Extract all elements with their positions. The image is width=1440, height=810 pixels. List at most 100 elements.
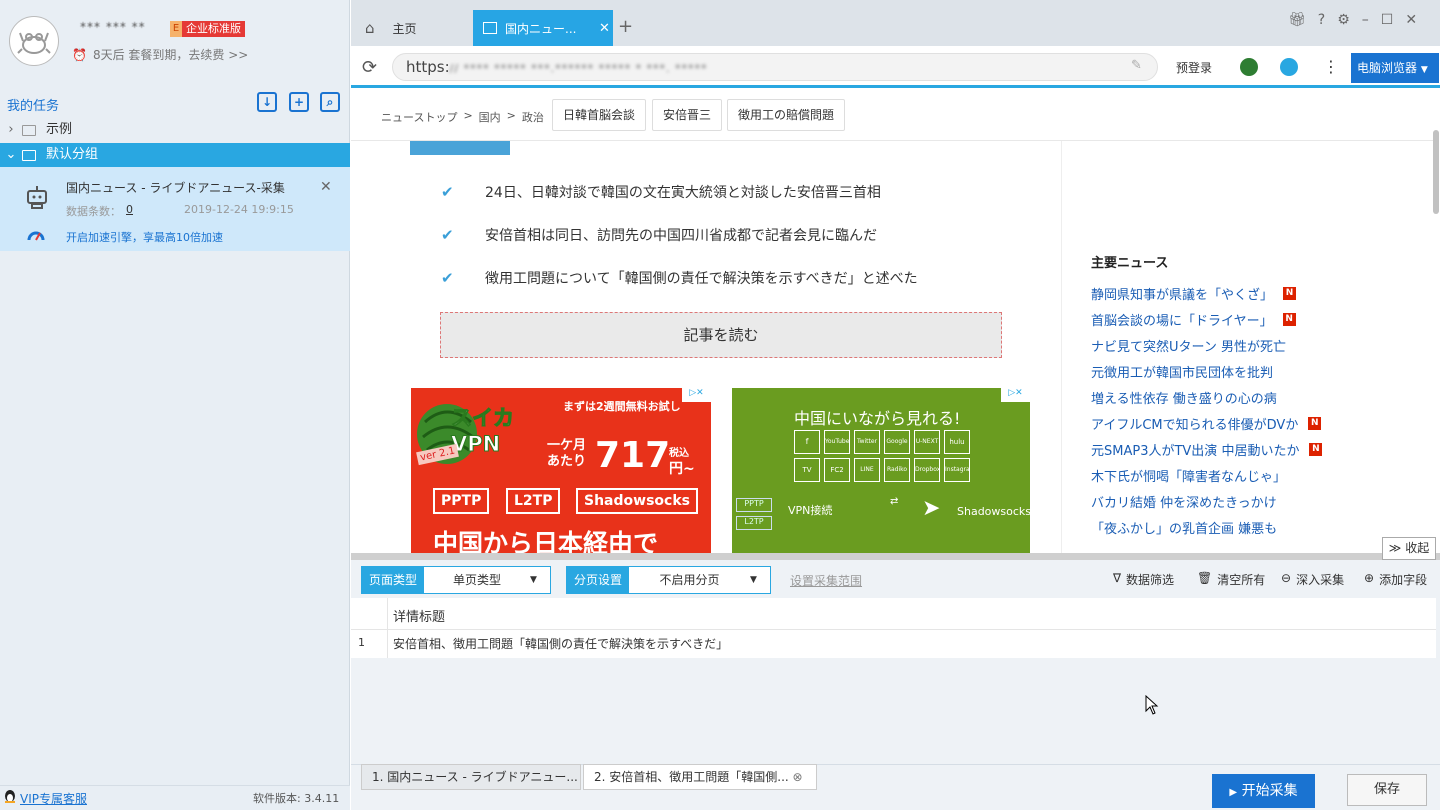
tool-label: 添加字段 (1379, 573, 1428, 587)
caret-down-icon: ▼ (750, 575, 757, 585)
page-type-select[interactable]: 页面类型 单页类型 ▼ (361, 566, 551, 594)
home-icon: ⌂ (365, 19, 375, 37)
ad-banner-china-vpn[interactable]: ▷✕ 中国にいながら見れる! f YouTube Twitter Google … (732, 388, 1030, 553)
new-tab-button[interactable]: + (618, 16, 633, 37)
import-task-icon[interactable]: ↓ (257, 92, 277, 112)
deep-extract-button[interactable]: ⊖ 深入采集 (1281, 571, 1344, 588)
check-icon: ✔ (441, 226, 454, 244)
ad1-protocol: L2TP (506, 488, 561, 514)
browser-mode-dropdown[interactable]: 电脑浏览器 ▼ (1351, 53, 1439, 83)
panel-splitter[interactable] (351, 553, 1440, 560)
plan-badge[interactable]: 企业标准版 (182, 21, 245, 37)
row-cell-title[interactable]: 安倍首相、徴用工問題「韓国側の責任で解決策を示すべきだ」 (393, 635, 728, 652)
tag-link[interactable]: 徴用工の賠償問題 (727, 99, 846, 131)
plan-expiry[interactable]: ⏰ 8天后 套餐到期，去续费 >> (72, 46, 248, 63)
task-close-icon[interactable]: ✕ (320, 179, 332, 195)
extension-green-icon[interactable] (1240, 58, 1258, 76)
tag-link[interactable]: 安倍晋三 (652, 99, 723, 131)
ad1-protocol: PPTP (433, 488, 490, 514)
news-item[interactable]: ナビ見て突然Uターン 男性が死亡 (1091, 336, 1286, 355)
news-link[interactable]: 「夜ふかし」の乳首企画 嫌悪も (1091, 518, 1277, 537)
news-link[interactable]: 静岡県知事が県議を「やくざ」 (1091, 284, 1273, 303)
news-item[interactable]: 元SMAP3人がTV出演 中居動いたか N (1091, 440, 1323, 459)
maximize-icon[interactable]: ☐ (1381, 12, 1394, 28)
add-field-button[interactable]: ⊕ 添加字段 (1364, 571, 1427, 588)
news-link[interactable]: 増える性依存 働き盛りの心の病 (1091, 388, 1277, 407)
url-input[interactable]: https:// **** ***** ***.****** ***** * *… (392, 53, 1158, 81)
read-article-button[interactable]: 記事を読む (440, 312, 1002, 358)
ad1-brand: スイカ VPN (451, 406, 515, 457)
ad-banner-suika-vpn[interactable]: ▷✕ まずは2週間無料お試し スイカ VPN ver 2.1 一ケ月 あたり 7… (411, 388, 711, 553)
group-default[interactable]: ⌄ 默认分组 (0, 143, 350, 167)
save-button[interactable]: 保存 (1347, 774, 1427, 806)
gift-icon[interactable]: 🎁︎ (1288, 12, 1306, 28)
set-range-link[interactable]: 设置采集范围 (790, 572, 862, 589)
breadcrumb: ニューストップ > 国内 > 政治 (381, 109, 544, 125)
minimize-icon[interactable]: – (1362, 12, 1369, 28)
data-count[interactable]: 0 (126, 203, 133, 216)
news-item[interactable]: バカリ結婚 仲を深めたきっかけ (1091, 492, 1277, 511)
news-link[interactable]: 木下氏が恫喝「障害者なんじゃ」 (1091, 466, 1286, 485)
alarm-clock-icon: ⏰ (72, 47, 87, 62)
news-link[interactable]: 首脳会談の場に「ドライヤー」 (1091, 310, 1273, 329)
group-label: 默认分组 (46, 147, 99, 162)
gear-icon[interactable]: ⚙ (1337, 12, 1350, 28)
news-link[interactable]: アイフルCMで知られる俳優がDVか (1091, 414, 1298, 433)
news-item[interactable]: 静岡県知事が県議を「やくざ」 N (1091, 284, 1297, 303)
page-scrollbar[interactable] (1433, 130, 1439, 214)
news-item[interactable]: 「夜ふかし」の乳首企画 嫌悪も (1091, 518, 1277, 537)
search-task-icon[interactable]: ⌕ (320, 92, 340, 112)
step-tab[interactable]: 1. 国内ニュース - ライブドアニュー... (361, 764, 581, 790)
start-collect-button[interactable]: ▶ 开始采集 (1212, 774, 1315, 808)
edit-url-icon[interactable]: ✎ (1131, 58, 1142, 73)
step-tab-label: 2. 安倍首相、徴用工問題「韓国側... (594, 770, 789, 784)
paging-select[interactable]: 分页设置 不启用分页 ▼ (566, 566, 771, 594)
news-link[interactable]: 元SMAP3人がTV出演 中居動いたか (1091, 440, 1299, 459)
row-number: 1 (358, 636, 365, 649)
pre-login-button[interactable]: 预登录 (1176, 59, 1212, 76)
service-icon: Instagram (944, 458, 970, 482)
news-item[interactable]: 元徴用工が韓国市民団体を批判 (1091, 362, 1273, 381)
vip-support-link[interactable]: VIP专属客服 (20, 790, 87, 807)
help-icon[interactable]: ? (1318, 12, 1325, 28)
ad-choices-icon[interactable]: ▷✕ (682, 388, 711, 402)
crumb-news-top[interactable]: ニューストップ (381, 109, 457, 125)
software-version: 软件版本: 3.4.11 (253, 792, 340, 805)
new-badge: N (1308, 417, 1322, 430)
speed-boost-link[interactable]: 开启加速引擎，享最高10倍加速 (66, 229, 223, 245)
close-window-icon[interactable]: ✕ (1405, 12, 1417, 28)
group-label: 示例 (46, 122, 73, 137)
column-header-title[interactable]: 详情标题 (393, 606, 445, 625)
extension-blue-icon[interactable] (1280, 58, 1298, 76)
collapse-button[interactable]: ≫ 收起 (1382, 537, 1436, 560)
user-avatar[interactable] (9, 16, 59, 66)
news-link[interactable]: 元徴用工が韓国市民団体を批判 (1091, 362, 1273, 381)
tab-home[interactable]: ⌂ 主页 (351, 10, 471, 46)
add-task-icon[interactable]: + (289, 92, 309, 112)
task-name[interactable]: 国内ニュース - ライブドアニュース-采集 (66, 179, 285, 196)
group-example[interactable]: › 示例 (0, 118, 350, 142)
tab-active-page[interactable]: 国内ニュー... ✕ (473, 10, 613, 46)
service-icon: TV (794, 458, 820, 482)
close-tab-icon[interactable]: ✕ (599, 21, 610, 36)
news-item[interactable]: 増える性依存 働き盛りの心の病 (1091, 388, 1277, 407)
username: *** *** ** (80, 20, 146, 34)
summary-bullet: 安倍首相は同日、訪問先の中国四川省成都で記者会見に臨んだ (485, 228, 877, 244)
clear-all-button[interactable]: 🗑︎ 清空所有 (1197, 571, 1265, 588)
news-item[interactable]: 木下氏が恫喝「障害者なんじゃ」 (1091, 466, 1286, 485)
crumb-politics[interactable]: 政治 (522, 109, 544, 125)
news-item[interactable]: アイフルCMで知られる俳優がDVか N (1091, 414, 1322, 433)
ad-choices-icon[interactable]: ▷✕ (1001, 388, 1030, 402)
tag-link[interactable]: 日韓首脳会談 (552, 99, 647, 131)
news-item[interactable]: 首脳会談の場に「ドライヤー」 N (1091, 310, 1296, 329)
chevron-right-icon: › (8, 122, 14, 137)
reload-icon[interactable]: ⟳ (362, 57, 377, 78)
more-menu-icon[interactable]: ⋮ (1323, 57, 1339, 76)
news-link[interactable]: ナビ見て突然Uターン 男性が死亡 (1091, 336, 1286, 355)
close-circle-icon[interactable]: ⊗ (793, 770, 803, 784)
step-tab-active[interactable]: 2. 安倍首相、徴用工問題「韓国側... ⊗ (583, 764, 817, 790)
crumb-domestic[interactable]: 国内 (479, 109, 501, 125)
ad2-service-grid: f YouTube Twitter Google U-NEXT hulu TV … (794, 430, 970, 482)
filter-data-button[interactable]: ∇ 数据筛选 (1113, 571, 1174, 588)
news-link[interactable]: バカリ結婚 仲を深めたきっかけ (1091, 492, 1277, 511)
